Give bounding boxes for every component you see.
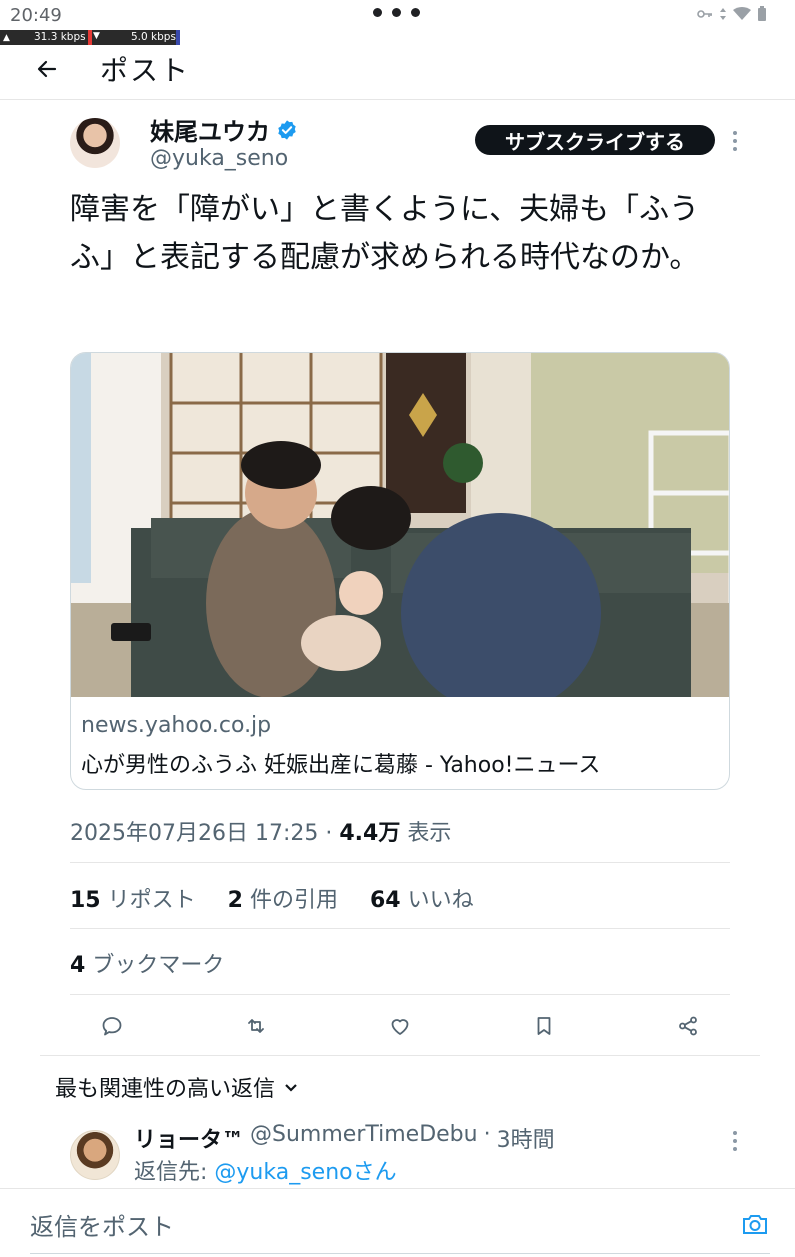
bookmark-button[interactable] xyxy=(526,1008,562,1044)
data-arrows-icon xyxy=(720,8,726,20)
timestamp[interactable]: 2025年07月26日 17:25 xyxy=(70,821,318,846)
reply-button[interactable] xyxy=(94,1008,130,1044)
separator-dot: · xyxy=(325,821,340,846)
upload-arrow-icon: ▲ xyxy=(3,32,10,43)
likes-count: 64 xyxy=(369,888,401,913)
repost-icon xyxy=(248,1019,264,1033)
wifi-icon xyxy=(733,7,751,20)
status-icons xyxy=(697,6,767,22)
views-count: 4.4万 xyxy=(339,821,401,846)
battery-icon xyxy=(758,6,766,21)
tweet-text: 障害を「障がい」と書くように、夫婦も「ふうふ」と表記する配慮が求められる時代なの… xyxy=(70,192,700,275)
divider xyxy=(70,862,730,863)
likes-stat[interactable]: 64 いいね xyxy=(370,882,474,914)
reply-sort-label: 最も関連性の高い返信 xyxy=(55,1077,276,1102)
reply-author-name[interactable]: リョータ™ xyxy=(134,1122,244,1154)
page-title: ポスト xyxy=(100,54,191,87)
card-domain[interactable]: news.yahoo.co.jp xyxy=(81,713,271,738)
reply-avatar[interactable] xyxy=(70,1130,120,1180)
quotes-stat[interactable]: 2 件の引用 xyxy=(228,882,338,914)
author-handle[interactable]: @yuka_seno xyxy=(150,146,288,171)
reply-to-line: 返信先: @yuka_senoさん xyxy=(134,1154,397,1186)
divider xyxy=(70,928,730,929)
back-button[interactable] xyxy=(30,52,64,86)
bookmarks-count: 4 xyxy=(70,953,86,978)
reply-to-handle: @yuka_seno xyxy=(214,1160,353,1185)
reply-sort-dropdown[interactable]: 最も関連性の高い返信 xyxy=(55,1071,299,1103)
separator-dot: · xyxy=(483,1122,491,1147)
network-speed-meter: ▲ 31.3 kbps ▼ 5.0 kbps xyxy=(0,30,180,45)
status-time: 20:49 xyxy=(10,5,62,26)
quotes-label: 件の引用 xyxy=(249,888,338,913)
reply-icon xyxy=(102,1017,122,1036)
download-arrow-icon: ▼ xyxy=(93,31,100,41)
reposts-stat[interactable]: 15 リポスト xyxy=(70,882,196,914)
compose-underline xyxy=(30,1253,770,1254)
download-indicator xyxy=(176,30,180,45)
reply-to-suffix: さん xyxy=(352,1160,397,1185)
reply-to-handle-link[interactable]: @yuka_senoさん xyxy=(214,1160,396,1185)
reply-author-handle[interactable]: @SummerTimeDebu xyxy=(250,1122,478,1154)
divider xyxy=(70,994,730,995)
reply-input[interactable] xyxy=(30,1189,730,1255)
engagement-stats: 15 リポスト 2 件の引用 64 いいね xyxy=(70,882,474,914)
likes-label: いいね xyxy=(407,888,474,913)
reposts-label: リポスト xyxy=(107,888,196,913)
author-avatar[interactable] xyxy=(70,118,120,168)
app-header: ポスト xyxy=(0,46,795,100)
status-bar: 20:49 xyxy=(0,0,795,30)
reposts-count: 15 xyxy=(70,888,101,913)
card-title[interactable]: 心が男性のふうふ 妊娠出産に葛藤 - Yahoo!ニュース xyxy=(81,747,600,779)
share-icon xyxy=(679,1016,697,1036)
link-card[interactable]: news.yahoo.co.jp 心が男性のふうふ 妊娠出産に葛藤 - Yaho… xyxy=(70,352,730,790)
subscribe-button[interactable]: サブスクライブする xyxy=(475,125,715,155)
reply-header: リョータ™ @SummerTimeDebu · 3時間 xyxy=(134,1122,555,1154)
reply-more-options-icon[interactable] xyxy=(726,1128,744,1154)
quotes-count: 2 xyxy=(227,888,243,913)
repost-button[interactable] xyxy=(238,1008,274,1044)
camera-button[interactable] xyxy=(741,1211,769,1237)
camera-icon xyxy=(743,1215,767,1234)
heart-icon xyxy=(391,1019,409,1035)
card-image[interactable] xyxy=(71,353,730,697)
reply-time[interactable]: 3時間 xyxy=(497,1122,555,1154)
author-name-row[interactable]: 妹尾ユウカ xyxy=(150,112,298,147)
divider xyxy=(40,1055,760,1056)
bookmark-icon xyxy=(537,1017,551,1035)
net-down-speed: 5.0 kbps xyxy=(131,31,176,43)
more-options-icon[interactable] xyxy=(726,128,744,154)
like-button[interactable] xyxy=(382,1008,418,1044)
action-bar xyxy=(70,1008,730,1044)
reply-compose-bar xyxy=(0,1188,795,1257)
share-button[interactable] xyxy=(670,1008,706,1044)
vpn-key-icon xyxy=(697,10,712,18)
arrow-left-icon xyxy=(37,60,57,78)
views-label: 表示 xyxy=(407,821,452,846)
bookmarks-stat[interactable]: 4 ブックマーク xyxy=(70,947,224,979)
timestamp-views: 2025年07月26日 17:25 · 4.4万 表示 xyxy=(70,815,451,847)
status-more-dots xyxy=(373,8,420,17)
bookmarks-label: ブックマーク xyxy=(92,953,225,978)
chevron-down-icon xyxy=(285,1084,297,1092)
upload-indicator xyxy=(88,30,92,45)
reply-to-prefix: 返信先: xyxy=(134,1160,215,1185)
verified-badge-icon xyxy=(278,119,296,140)
net-up-speed: 31.3 kbps xyxy=(34,31,86,43)
author-name[interactable]: 妹尾ユウカ xyxy=(150,112,270,147)
